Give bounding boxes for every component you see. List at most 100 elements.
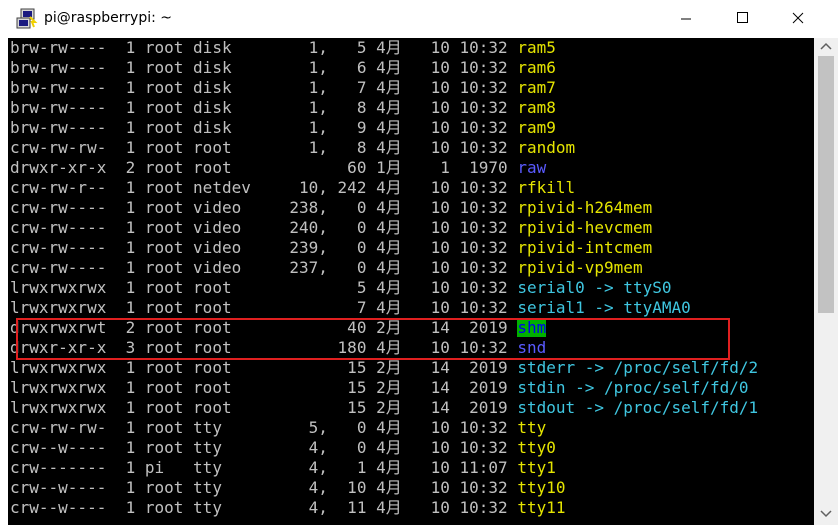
file-permissions: brw-rw---- [10, 38, 107, 57]
file-permissions: lrwxrwxrwx [10, 298, 107, 317]
file-owner: root [144, 398, 184, 417]
terminal-window: pi@raspberrypi: ~ brw-rw---- 1 root disk… [0, 0, 838, 525]
file-permissions: crw-rw---- [10, 238, 107, 257]
file-name: raw [517, 158, 547, 177]
link-count: 1 [115, 78, 136, 97]
file-name: rpivid-h264mem [517, 198, 653, 217]
link-count: 1 [115, 458, 136, 477]
listing-line: brw-rw---- 1 root disk 1, 7 4月 10 10:32 … [10, 78, 758, 98]
link-count: 1 [115, 198, 136, 217]
file-date: 4月 10 10:32 [376, 178, 508, 197]
file-date: 4月 10 10:32 [376, 78, 508, 97]
listing-line: crw-rw---- 1 root video 240, 0 4月 10 10:… [10, 218, 758, 238]
file-group: root [193, 138, 251, 157]
listing-line: crw-rw---- 1 root video 239, 0 4月 10 10:… [10, 238, 758, 258]
file-size: 15 [260, 358, 367, 377]
file-name: ram8 [517, 98, 556, 117]
file-date: 4月 10 10:32 [376, 238, 508, 257]
listing-line: brw-rw---- 1 root disk 1, 6 4月 10 10:32 … [10, 58, 758, 78]
file-owner: root [144, 498, 184, 517]
file-name: tty0 [517, 438, 556, 457]
listing-line: crw-rw-rw- 1 root tty 5, 0 4月 10 10:32 t… [10, 418, 758, 438]
close-icon[interactable] [770, 0, 826, 38]
file-owner: root [144, 118, 184, 137]
link-count: 1 [115, 278, 136, 297]
link-count: 1 [115, 238, 136, 257]
file-size: 1, 8 [260, 138, 367, 157]
terminal-output[interactable]: brw-rw---- 1 root disk 1, 5 4月 10 10:32 … [8, 38, 814, 525]
listing-line: crw-rw---- 1 root video 237, 0 4月 10 10:… [10, 258, 758, 278]
file-date: 4月 10 10:32 [376, 218, 508, 237]
file-group: tty [193, 458, 251, 477]
vertical-scrollbar[interactable] [814, 38, 838, 525]
link-count: 2 [115, 318, 136, 337]
file-name: ram5 [517, 38, 556, 57]
file-date: 1月 1 1970 [376, 158, 508, 177]
listing-line: crw--w---- 1 root tty 4, 10 4月 10 10:32 … [10, 478, 758, 498]
file-owner: root [144, 258, 184, 277]
file-permissions: crw-rw-rw- [10, 138, 107, 157]
file-group: root [193, 378, 251, 397]
file-owner: root [144, 358, 184, 377]
file-size: 4, 11 [260, 498, 367, 517]
listing-line: crw-rw-rw- 1 root root 1, 8 4月 10 10:32 … [10, 138, 758, 158]
file-owner: root [144, 178, 184, 197]
file-permissions: drwxr-xr-x [10, 338, 107, 357]
file-size: 5, 0 [260, 418, 367, 437]
listing-line: crw--w---- 1 root tty 4, 0 4月 10 10:32 t… [10, 438, 758, 458]
file-owner: root [144, 298, 184, 317]
file-group: root [193, 358, 251, 377]
file-name: tty11 [517, 498, 566, 517]
file-group: disk [193, 78, 251, 97]
file-size: 237, 0 [260, 258, 367, 277]
file-permissions: drwxrwxrwt [10, 318, 107, 337]
file-size: 15 [260, 378, 367, 397]
file-date: 2月 14 2019 [376, 398, 508, 417]
scroll-up-icon[interactable] [814, 38, 838, 56]
file-size: 4, 10 [260, 478, 367, 497]
file-group: disk [193, 38, 251, 57]
maximize-icon[interactable] [714, 0, 770, 38]
listing-line: brw-rw---- 1 root disk 1, 9 4月 10 10:32 … [10, 118, 758, 138]
ls-listing: brw-rw---- 1 root disk 1, 5 4月 10 10:32 … [10, 38, 758, 518]
link-count: 1 [115, 418, 136, 437]
listing-line: lrwxrwxrwx 1 root root 15 2月 14 2019 std… [10, 378, 758, 398]
file-permissions: brw-rw---- [10, 118, 107, 137]
file-name: stderr -> /proc/self/fd/2 [517, 358, 759, 377]
file-date: 4月 10 10:32 [376, 138, 508, 157]
file-size: 1, 8 [260, 98, 367, 117]
file-group: root [193, 158, 251, 177]
file-date: 4月 10 10:32 [376, 38, 508, 57]
file-name: rpivid-vp9mem [517, 258, 643, 277]
file-group: root [193, 398, 251, 417]
scroll-thumb[interactable] [818, 56, 834, 313]
listing-line: crw-rw---- 1 root video 238, 0 4月 10 10:… [10, 198, 758, 218]
file-name: tty1 [517, 458, 556, 477]
title-bar[interactable]: pi@raspberrypi: ~ [0, 0, 838, 38]
listing-line: drwxr-xr-x 3 root root 180 4月 10 10:32 s… [10, 338, 758, 358]
minimize-icon[interactable] [658, 0, 714, 38]
scroll-down-icon[interactable] [814, 504, 838, 522]
file-date: 4月 10 10:32 [376, 118, 508, 137]
file-date: 4月 10 10:32 [376, 438, 508, 457]
file-name: shm [517, 318, 547, 337]
file-date: 4月 10 10:32 [376, 298, 508, 317]
file-date: 4月 10 10:32 [376, 478, 508, 497]
file-permissions: brw-rw---- [10, 58, 107, 77]
file-group: tty [193, 418, 251, 437]
file-size: 238, 0 [260, 198, 367, 217]
file-name: ram6 [517, 58, 556, 77]
file-owner: root [144, 78, 184, 97]
link-count: 1 [115, 118, 136, 137]
file-name: ram7 [517, 78, 556, 97]
window-title: pi@raspberrypi: ~ [44, 10, 173, 26]
file-permissions: lrwxrwxrwx [10, 398, 107, 417]
file-date: 4月 10 10:32 [376, 498, 508, 517]
link-count: 1 [115, 478, 136, 497]
listing-line: drwxrwxrwt 2 root root 40 2月 14 2019 shm [10, 318, 758, 338]
file-permissions: drwxr-xr-x [10, 158, 107, 177]
file-size: 5 [260, 278, 367, 297]
file-date: 4月 10 10:32 [376, 98, 508, 117]
file-name: serial0 -> ttyS0 [517, 278, 672, 297]
file-owner: root [144, 478, 184, 497]
